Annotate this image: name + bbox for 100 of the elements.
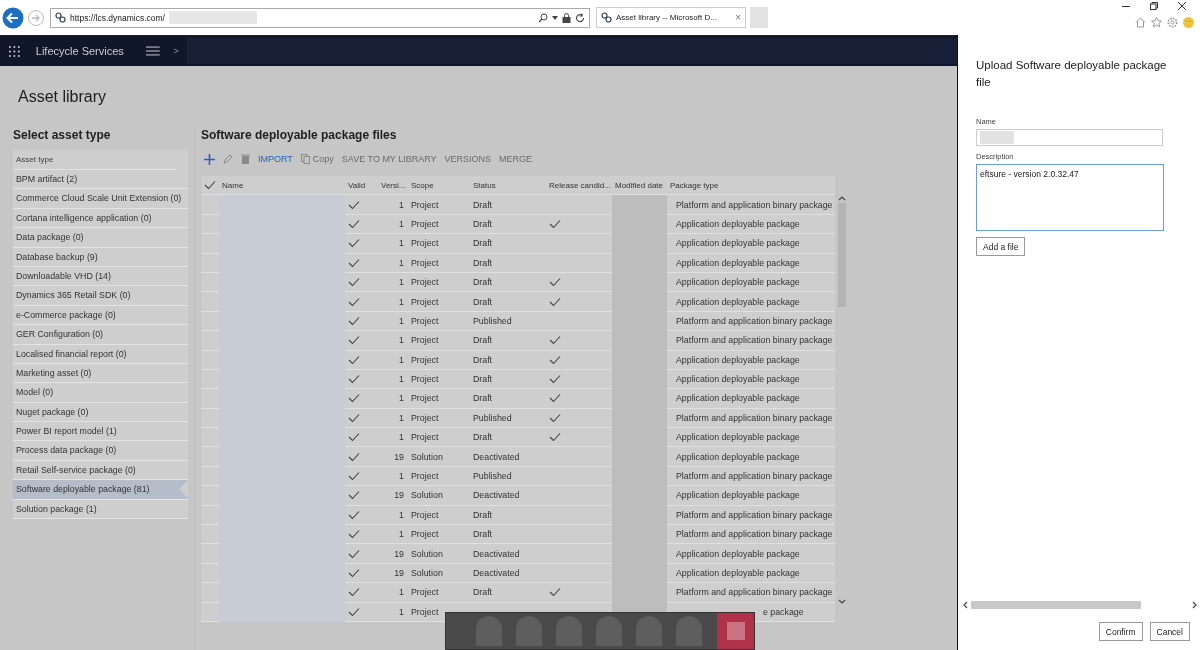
row-selector[interactable] [201,253,219,273]
restore-icon[interactable] [1150,2,1158,10]
table-cell: 1 [378,466,408,487]
toolbar-button[interactable]: IMPORT [258,154,293,164]
column-header[interactable]: Release candid... [546,176,612,196]
row-selector[interactable] [201,350,219,370]
checkmark-icon [348,412,360,423]
row-selector[interactable] [201,408,219,429]
row-selector[interactable] [201,583,219,603]
row-selector[interactable] [201,428,219,448]
stop-button[interactable] [717,613,754,649]
app-name[interactable]: Lifecycle Services [35,45,124,57]
row-selector[interactable] [201,292,219,312]
confirm-button[interactable]: Confirm [1098,622,1143,641]
row-selector[interactable] [201,214,219,235]
table-cell: Solution [408,447,470,467]
scroll-down-icon[interactable] [837,599,846,605]
row-selector[interactable] [201,272,219,293]
section-title: Select asset type [13,128,112,142]
table-cell: 1 [378,214,408,235]
scroll-left-icon[interactable] [962,601,968,609]
table-cell: Draft [470,525,546,545]
address-bar[interactable]: https://lcs.dynamics.com/ [50,7,590,28]
add-file-button[interactable]: Add a file [976,237,1026,256]
asset-type-item[interactable]: e-Commerce package (0) [13,305,188,326]
row-selector[interactable] [201,234,219,254]
asset-type-item[interactable]: Downloadable VHD (14) [13,266,188,287]
asset-type-item[interactable]: Nuget package (0) [13,402,188,423]
app-launcher-icon[interactable] [9,45,20,57]
asset-type-item[interactable]: Data package (0) [13,228,188,248]
asset-type-item[interactable]: Localised financial report (0) [13,344,188,364]
asset-type-item[interactable]: Marketing asset (0) [13,363,188,384]
url-text: https://lcs.dynamics.com/ [70,12,165,23]
table-cell: Project [408,311,470,332]
caret-icon[interactable] [552,15,558,20]
row-selector[interactable] [201,447,219,467]
cancel-button[interactable]: Cancel [1149,622,1190,641]
description-field[interactable]: eftsure - version 2.0.32.47 [976,164,1164,231]
search-icon[interactable] [538,12,548,23]
row-selector[interactable] [201,466,219,487]
asset-type-item[interactable]: Software deployable package (81) [13,480,188,500]
refresh-icon[interactable] [575,12,585,23]
asset-type-item[interactable]: Database backup (9) [13,247,188,267]
asset-type-item[interactable]: GER Configuration (0) [13,325,188,345]
add-icon[interactable] [204,153,215,165]
checkmark-icon [348,509,360,520]
column-header[interactable]: Package type [667,176,835,196]
row-selector[interactable] [201,505,219,526]
row-selector[interactable] [201,486,219,506]
breadcrumb-separator: > [173,46,179,56]
vertical-scrollbar[interactable] [835,195,848,605]
column-header[interactable]: Modified date [612,176,667,196]
forward-button[interactable] [28,9,44,26]
row-selector[interactable] [201,311,219,332]
menu-icon[interactable] [145,46,160,56]
column-header[interactable]: Scope [408,176,470,196]
checkmark-icon [348,257,360,268]
asset-type-item[interactable]: BPM artifact (2) [13,170,188,190]
select-all-checkmark-icon[interactable] [204,180,216,191]
smiley-icon[interactable] [1183,17,1194,28]
column-header[interactable]: Status [470,176,546,196]
home-icon[interactable] [1135,17,1146,28]
checkmark-icon [549,412,561,423]
name-field[interactable] [976,129,1163,146]
column-header[interactable]: Versi... [378,176,408,196]
back-button[interactable] [2,6,24,29]
row-selector[interactable] [201,331,219,351]
row-selector[interactable] [201,525,219,545]
row-selector[interactable] [201,563,219,584]
asset-type-item[interactable]: Dynamics 365 Retail SDK (0) [13,286,188,306]
row-selector[interactable] [201,369,219,390]
asset-type-item[interactable]: Process data package (0) [13,441,188,461]
table-cell: Application deployable package [667,428,835,448]
table-cell: Application deployable package [667,272,835,293]
table-cell: Application deployable package [667,214,835,235]
horizontal-scrollbar[interactable] [962,600,1198,610]
asset-type-item[interactable]: Power BI report model (1) [13,422,188,442]
browser-tab[interactable]: Asset library -- Microsoft D... × [596,7,746,28]
asset-type-item[interactable]: Cortana intelligence application (0) [13,208,188,229]
star-icon[interactable] [1151,17,1162,28]
table-cell: 1 [378,428,408,448]
asset-type-item[interactable]: Commerce Cloud Scale Unit Extension (0) [13,189,188,209]
row-selector[interactable] [201,389,219,409]
settings-icon[interactable] [1167,17,1178,28]
table-cell: 1 [378,583,408,603]
checkmark-icon [549,277,561,288]
table-cell: 1 [378,525,408,545]
column-header[interactable]: Name [219,176,345,196]
row-selector[interactable] [201,544,219,564]
page-title: Asset library [18,88,108,107]
asset-type-item[interactable]: Model (0) [13,383,188,403]
table-cell: Platform and application binary package [667,311,835,332]
asset-type-item[interactable]: Solution package (1) [13,499,188,520]
close-icon[interactable] [1178,2,1186,10]
scroll-right-icon[interactable] [1192,601,1198,609]
scroll-up-icon[interactable] [837,195,846,201]
new-tab-button[interactable] [750,7,768,28]
row-selector[interactable] [201,602,219,622]
column-header[interactable]: Valid [345,176,378,196]
close-tab-button[interactable]: × [735,12,741,23]
